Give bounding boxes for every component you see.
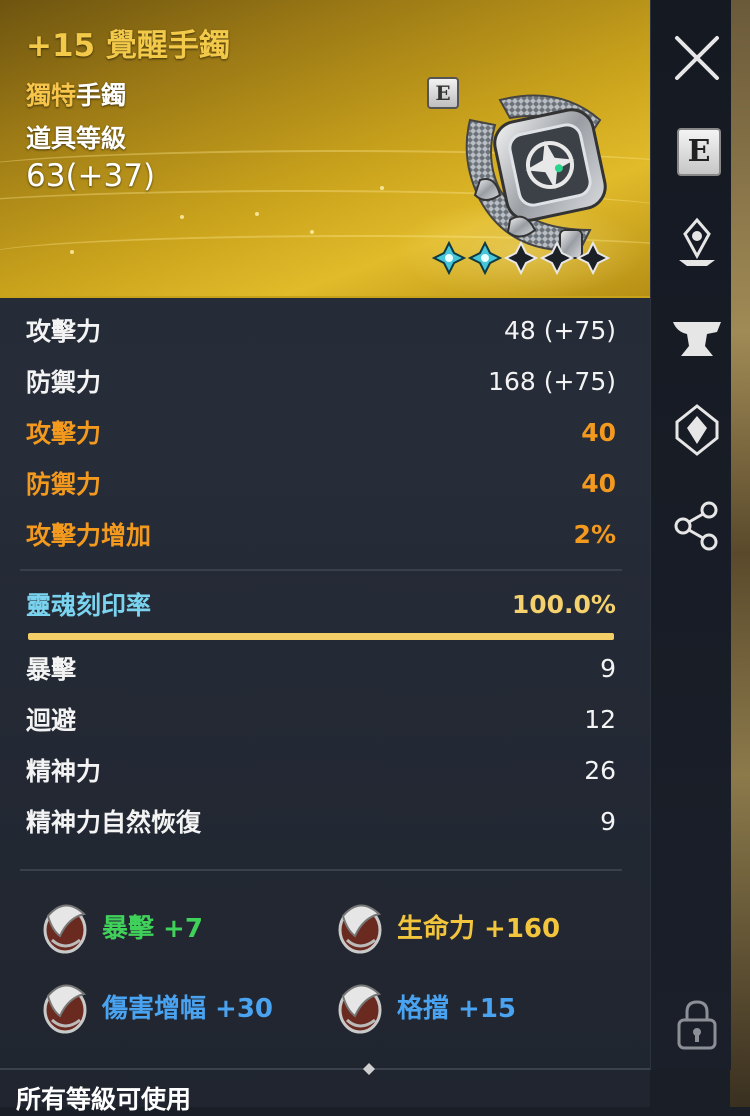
sparkle bbox=[310, 230, 314, 234]
stat-value: 48 (+75) bbox=[503, 315, 616, 345]
stat-row: 防禦力 168 (+75) bbox=[26, 361, 616, 401]
star-empty-icon bbox=[540, 241, 574, 275]
stat-value: 2% bbox=[573, 519, 616, 549]
action-sidebar: E bbox=[650, 0, 731, 1070]
stat-value: 40 bbox=[581, 468, 616, 498]
engraving-text: 格擋 +15 bbox=[397, 993, 517, 1024]
engraving-icon bbox=[338, 984, 382, 1034]
item-grade: 獨特 bbox=[26, 81, 77, 110]
footer-divider bbox=[0, 1068, 650, 1070]
substat-label: 迴避 bbox=[26, 706, 77, 735]
stat-value: 168 (+75) bbox=[488, 366, 616, 396]
stat-value: 40 bbox=[581, 417, 616, 447]
soul-imprint-progress-bar bbox=[28, 633, 614, 640]
stat-label: 攻擊力 bbox=[26, 317, 102, 346]
star-empty-icon bbox=[576, 241, 610, 275]
engraving-text: 暴擊 +7 bbox=[102, 913, 203, 944]
close-icon[interactable] bbox=[671, 32, 723, 84]
item-header: +15 覺醒手鐲 獨特手鐲 道具等級 63(+37) E bbox=[0, 0, 650, 298]
engraving-item: 傷害增幅 +30 bbox=[38, 976, 273, 1036]
engraving-text: 生命力 +160 bbox=[397, 913, 561, 944]
engraving-icon bbox=[43, 984, 87, 1034]
stat-row: 防禦力 40 bbox=[26, 463, 616, 503]
item-level-value: 63(+37) bbox=[26, 158, 156, 194]
stat-label: 攻擊力增加 bbox=[26, 521, 152, 550]
lock-icon[interactable] bbox=[671, 998, 723, 1050]
star-filled-icon bbox=[468, 241, 502, 275]
substat-label: 精神力 bbox=[26, 757, 102, 786]
stat-row: 攻擊力 48 (+75) bbox=[26, 310, 616, 350]
substat-label: 暴擊 bbox=[26, 655, 77, 684]
star-empty-icon bbox=[504, 241, 538, 275]
divider bbox=[20, 869, 622, 871]
star-filled-icon bbox=[432, 241, 466, 275]
item-title: +15 覺醒手鐲 bbox=[26, 28, 230, 64]
stat-row: 攻擊力 40 bbox=[26, 412, 616, 452]
substat-row: 精神力 26 bbox=[26, 750, 616, 790]
anvil-icon[interactable] bbox=[671, 312, 723, 364]
equip-button[interactable]: E bbox=[671, 124, 723, 176]
engraving-item: 生命力 +160 bbox=[333, 896, 560, 956]
soul-imprint-row: 靈魂刻印率 100.0% bbox=[26, 584, 616, 624]
substat-value: 26 bbox=[584, 755, 616, 785]
item-grade-type: 獨特手鐲 bbox=[26, 76, 126, 112]
engraving-icon bbox=[43, 904, 87, 954]
star-rating bbox=[432, 241, 610, 277]
substat-row: 暴擊 9 bbox=[26, 648, 616, 688]
substat-row: 迴避 12 bbox=[26, 699, 616, 739]
sparkle bbox=[380, 186, 384, 190]
sparkle bbox=[180, 215, 184, 219]
divider bbox=[20, 569, 622, 571]
usable-level-text: 所有等級可使用 bbox=[16, 1085, 192, 1114]
stat-row: 攻擊力增加 2% bbox=[26, 514, 616, 554]
enhance-icon[interactable] bbox=[671, 216, 723, 268]
item-tooltip-panel: +15 覺醒手鐲 獨特手鐲 道具等級 63(+37) E 攻擊力 48 (+75… bbox=[0, 0, 650, 1114]
substat-row: 精神力自然恢復 9 bbox=[26, 801, 616, 841]
stat-label: 防禦力 bbox=[26, 368, 102, 397]
engraving-item: 格擋 +15 bbox=[333, 976, 516, 1036]
stat-label: 防禦力 bbox=[26, 470, 102, 499]
engraving-icon bbox=[338, 904, 382, 954]
soul-imprint-value: 100.0% bbox=[511, 589, 616, 619]
equip-icon: E bbox=[677, 128, 721, 176]
share-icon[interactable] bbox=[671, 500, 723, 552]
soul-imprint-label: 靈魂刻印率 bbox=[26, 591, 152, 620]
engraving-text: 傷害增幅 +30 bbox=[102, 993, 274, 1024]
engraving-item: 暴擊 +7 bbox=[38, 896, 203, 956]
item-level-label: 道具等級 bbox=[26, 124, 127, 153]
divider-ornament-icon bbox=[363, 1063, 375, 1075]
substat-value: 12 bbox=[584, 704, 616, 734]
substat-label: 精神力自然恢復 bbox=[26, 808, 202, 837]
stat-label: 攻擊力 bbox=[26, 419, 102, 448]
sparkle bbox=[70, 250, 74, 254]
soul-crystal-icon[interactable] bbox=[671, 404, 723, 456]
sparkle bbox=[255, 212, 259, 216]
substat-value: 9 bbox=[600, 806, 616, 836]
game-background bbox=[730, 0, 750, 1107]
item-type: 手鐲 bbox=[76, 81, 127, 110]
substat-value: 9 bbox=[600, 653, 616, 683]
